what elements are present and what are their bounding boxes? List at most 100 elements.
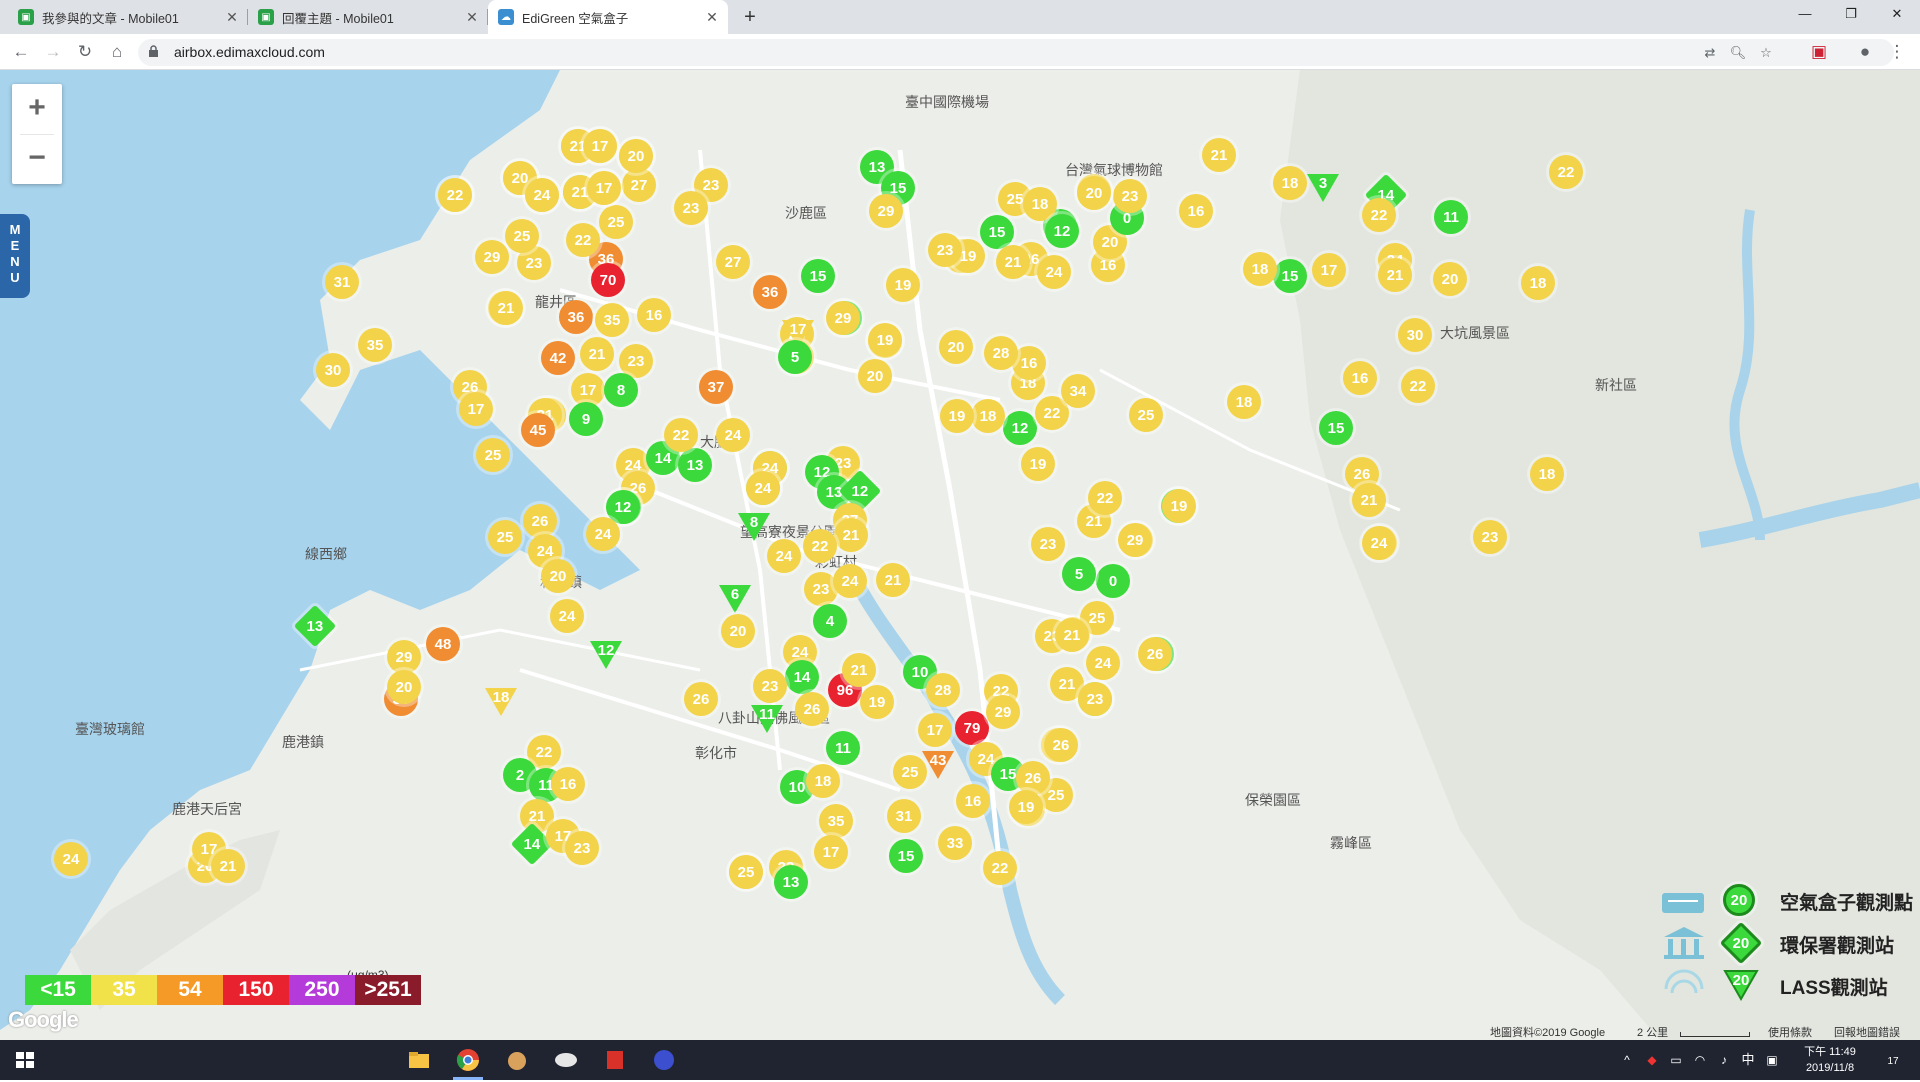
airbox-marker[interactable]: 26: [795, 692, 829, 726]
airbox-marker[interactable]: 21: [1352, 483, 1386, 517]
media-app-icon[interactable]: [649, 1046, 679, 1074]
reload-icon[interactable]: ↻: [72, 39, 98, 65]
airbox-marker[interactable]: 16: [637, 298, 671, 332]
airbox-marker[interactable]: 27: [622, 168, 656, 202]
airbox-marker[interactable]: 12: [1045, 214, 1079, 248]
airbox-marker[interactable]: 5: [1062, 557, 1096, 591]
lass-station-marker[interactable]: 18: [483, 686, 519, 718]
airbox-marker[interactable]: 23: [565, 831, 599, 865]
windows-start-icon[interactable]: [10, 1046, 40, 1074]
airbox-marker[interactable]: 8: [604, 373, 638, 407]
airbox-marker[interactable]: 15: [1273, 259, 1307, 293]
airbox-marker[interactable]: 11: [1434, 200, 1468, 234]
airbox-marker[interactable]: 15: [889, 839, 923, 873]
airbox-marker[interactable]: 35: [595, 303, 629, 337]
airbox-marker[interactable]: 16: [956, 784, 990, 818]
airbox-marker[interactable]: 79: [955, 711, 989, 745]
airbox-marker[interactable]: 23: [1078, 682, 1112, 716]
profile-icon[interactable]: ●: [1852, 39, 1878, 65]
airbox-marker[interactable]: 23: [674, 191, 708, 225]
airbox-marker[interactable]: 22: [983, 851, 1017, 885]
airbox-marker[interactable]: 19: [1162, 489, 1196, 523]
airbox-marker[interactable]: 24: [525, 178, 559, 212]
airbox-marker[interactable]: 26: [523, 504, 557, 538]
airbox-marker[interactable]: 29: [986, 695, 1020, 729]
airbox-marker[interactable]: 16: [1343, 361, 1377, 395]
address-bar[interactable]: airbox.edimaxcloud.com ⇄ 🔍︎ ☆: [138, 39, 1894, 66]
airbox-marker[interactable]: 20: [1433, 262, 1467, 296]
airbox-marker[interactable]: 11: [826, 731, 860, 765]
map-canvas[interactable]: 沙鹿區 龍井區 大肚區 彰化市 鹿港鎮 線西鄉 和美鎮 大坑風景區 新社區 霧峰…: [0, 70, 1920, 1040]
file-explorer-icon[interactable]: [404, 1046, 434, 1074]
tray-chevron-icon[interactable]: ^: [1618, 1040, 1636, 1080]
airbox-marker[interactable]: 25: [488, 520, 522, 554]
airbox-marker[interactable]: 17: [1312, 253, 1346, 287]
terms-link[interactable]: 使用條款: [1768, 1024, 1812, 1040]
airbox-marker[interactable]: 15: [980, 215, 1014, 249]
zoom-in-button[interactable]: +: [12, 84, 62, 134]
translate-icon[interactable]: ⇄: [1700, 43, 1720, 63]
airbox-marker[interactable]: 9: [569, 402, 603, 436]
close-icon[interactable]: ✕: [464, 9, 480, 26]
airbox-marker[interactable]: 25: [505, 219, 539, 253]
lass-station-marker[interactable]: 8: [736, 511, 772, 543]
airbox-marker[interactable]: 19: [1009, 790, 1043, 824]
chat-app-icon[interactable]: [551, 1046, 581, 1074]
airbox-marker[interactable]: 42: [541, 341, 575, 375]
airbox-marker[interactable]: 34: [1061, 374, 1095, 408]
clock[interactable]: 下午 11:49 2019/11/8: [1790, 1044, 1870, 1076]
airbox-marker[interactable]: 24: [1362, 526, 1396, 560]
airbox-marker[interactable]: 21: [1378, 258, 1412, 292]
close-icon[interactable]: ✕: [224, 9, 240, 26]
airbox-marker[interactable]: 5: [778, 340, 812, 374]
airbox-marker[interactable]: 15: [801, 259, 835, 293]
fox-app-icon[interactable]: [502, 1046, 532, 1074]
airbox-marker[interactable]: 21: [842, 653, 876, 687]
airbox-marker[interactable]: 22: [1401, 369, 1435, 403]
airbox-marker[interactable]: 14: [785, 660, 819, 694]
airbox-marker[interactable]: 18: [971, 399, 1005, 433]
airbox-marker[interactable]: 28: [984, 336, 1018, 370]
airbox-marker[interactable]: 13: [678, 448, 712, 482]
airbox-marker[interactable]: 35: [819, 804, 853, 838]
airbox-marker[interactable]: 21: [834, 518, 868, 552]
airbox-marker[interactable]: 24: [833, 564, 867, 598]
back-arrow-icon[interactable]: ←: [8, 39, 34, 65]
airbox-marker[interactable]: 26: [684, 682, 718, 716]
airbox-marker[interactable]: 23: [1031, 527, 1065, 561]
lass-station-marker[interactable]: 11: [749, 703, 785, 735]
airbox-marker[interactable]: 20: [1077, 176, 1111, 210]
airbox-marker[interactable]: 18: [1243, 252, 1277, 286]
airbox-marker[interactable]: 24: [586, 517, 620, 551]
lass-station-marker[interactable]: 12: [588, 639, 624, 671]
airbox-marker[interactable]: 31: [887, 799, 921, 833]
airbox-marker[interactable]: 26: [1044, 728, 1078, 762]
new-tab-button[interactable]: +: [737, 4, 763, 30]
airbox-marker[interactable]: 36: [753, 275, 787, 309]
airbox-marker[interactable]: 17: [583, 129, 617, 163]
airbox-marker[interactable]: 20: [387, 670, 421, 704]
airbox-marker[interactable]: 29: [1118, 523, 1152, 557]
airbox-marker[interactable]: 24: [716, 418, 750, 452]
lass-station-marker[interactable]: 3: [1305, 172, 1341, 204]
airbox-marker[interactable]: 20: [619, 139, 653, 173]
airbox-marker[interactable]: 12: [1003, 411, 1037, 445]
airbox-marker[interactable]: 24: [550, 599, 584, 633]
forward-arrow-icon[interactable]: →: [40, 39, 66, 65]
airbox-marker[interactable]: 29: [475, 240, 509, 274]
airbox-marker[interactable]: 24: [1037, 255, 1071, 289]
wifi-icon[interactable]: ◠: [1688, 1040, 1712, 1080]
airbox-marker[interactable]: 25: [476, 438, 510, 472]
airbox-marker[interactable]: 22: [664, 418, 698, 452]
menu-kebab-icon[interactable]: ⋮: [1884, 39, 1910, 65]
airbox-marker[interactable]: 17: [814, 835, 848, 869]
airbox-marker[interactable]: 19: [940, 399, 974, 433]
airbox-marker[interactable]: 22: [1549, 155, 1583, 189]
home-icon[interactable]: ⌂: [104, 39, 130, 65]
airbox-marker[interactable]: 25: [1129, 398, 1163, 432]
tab-mobile01-articles[interactable]: ▣ 我參與的文章 - Mobile01 ✕: [8, 0, 248, 34]
airbox-marker[interactable]: 18: [1227, 385, 1261, 419]
airbox-marker[interactable]: 19: [886, 268, 920, 302]
airbox-marker[interactable]: 26: [1138, 637, 1172, 671]
airbox-marker[interactable]: 21: [1202, 138, 1236, 172]
